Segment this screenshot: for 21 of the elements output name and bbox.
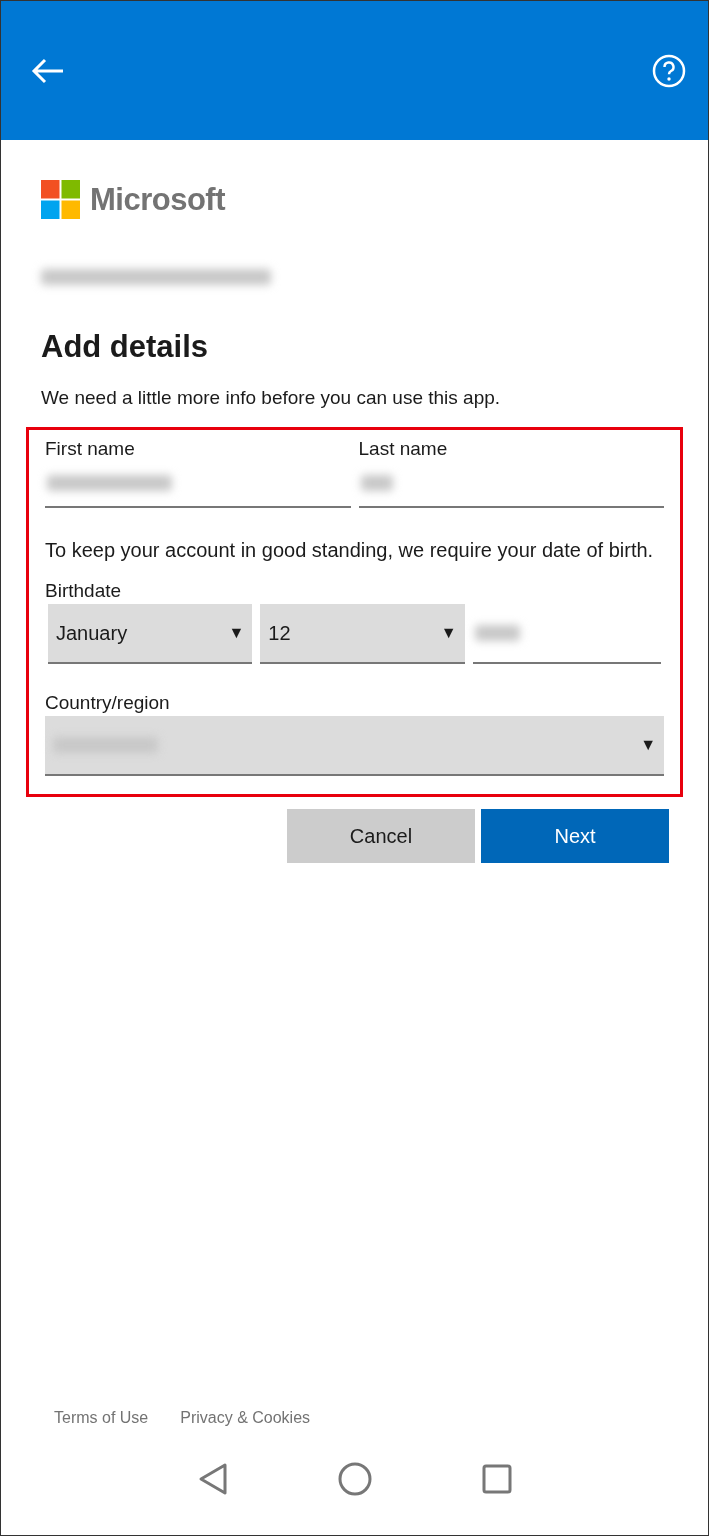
- page-title: Add details: [41, 329, 210, 365]
- next-button[interactable]: Next: [481, 809, 669, 863]
- back-icon[interactable]: [197, 1462, 228, 1496]
- field-label: Birthdate: [45, 580, 123, 602]
- back-arrow-icon[interactable]: [31, 56, 65, 85]
- cancel-button[interactable]: Cancel: [287, 809, 475, 863]
- field-label: First name: [45, 438, 136, 460]
- footer-link[interactable]: Privacy & Cookies: [180, 1409, 311, 1427]
- help-icon[interactable]: [652, 53, 686, 88]
- home-icon[interactable]: [337, 1462, 372, 1496]
- country-dropdown[interactable]: ▼: [45, 716, 664, 776]
- info-text: To keep your account in good standing, we require your date of birth.: [45, 538, 655, 563]
- subtitle: We need a little more info before you can use this app.: [41, 387, 502, 409]
- day-dropdown[interactable]: 12 ▼: [260, 604, 465, 664]
- recents-icon[interactable]: [481, 1464, 512, 1494]
- field-label: Country/region: [45, 692, 171, 714]
- field-label: Last name: [358, 438, 449, 460]
- brand-name: Microsoft: [90, 181, 225, 218]
- month-dropdown[interactable]: January ▼: [48, 604, 253, 664]
- logo-icon: [41, 180, 80, 219]
- footer-link[interactable]: Terms of Use: [54, 1409, 149, 1427]
